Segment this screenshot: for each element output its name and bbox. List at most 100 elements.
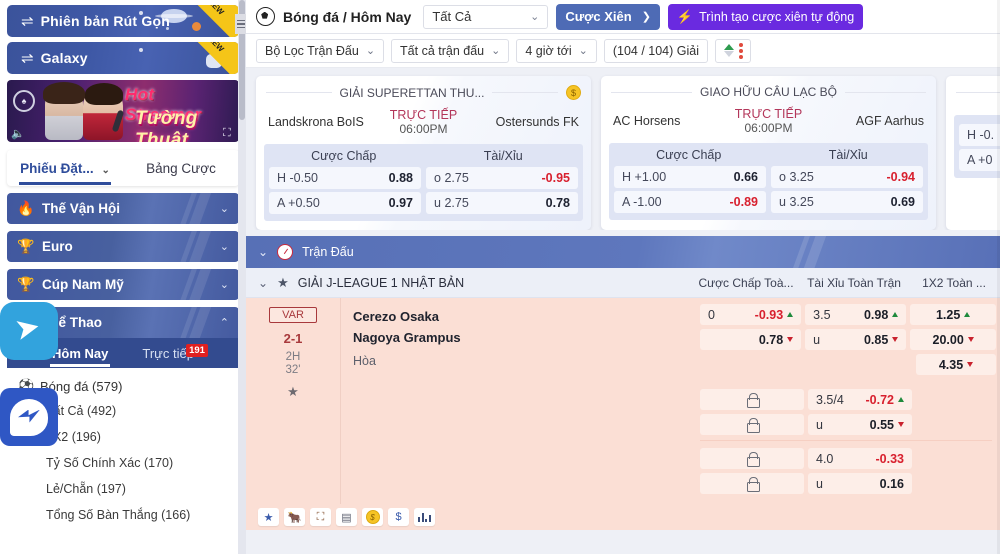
bull-icon[interactable]: 🐂 bbox=[284, 508, 305, 526]
tab-bet-list-label: Bảng Cược bbox=[146, 161, 216, 176]
sidebar-item-euro[interactable]: 🏆 Euro ⌄ bbox=[7, 231, 239, 262]
section-header-matches[interactable]: ⌄ Trận Đấu bbox=[246, 236, 1000, 268]
tab-live[interactable]: Trực tiếp 191 bbox=[142, 346, 194, 361]
featured-card[interactable]: GIAO HỮU CÂU LẠC BỘ AC Horsens TRỰC TIẾP… bbox=[601, 76, 936, 230]
auto-parlay-button[interactable]: ⚡ Trình tạo cược xiên tự động bbox=[668, 4, 863, 30]
chevron-down-icon[interactable]: ⌄ bbox=[258, 245, 268, 259]
match-half: 2H bbox=[286, 351, 301, 363]
featured-card-partial[interactable]: S H -0. A +0 bbox=[946, 76, 1000, 230]
odds-1x2-2[interactable]: 20.00 bbox=[910, 329, 996, 350]
odds-cell-under[interactable]: u 2.75 0.78 bbox=[426, 192, 578, 214]
column-header-1x2: 1X2 Toàn ... bbox=[908, 276, 1000, 290]
swap-icon: ⇌ bbox=[21, 14, 34, 29]
odds-cell-handicap-away[interactable]: A -1.00 -0.89 bbox=[614, 191, 766, 213]
swap-icon: ⇌ bbox=[21, 51, 34, 66]
hot-streamer-promo[interactable]: ♠ Hot Streamer Tường Thuật 🔈 ⛶ bbox=[7, 80, 239, 142]
odds-cell-handicap-away[interactable]: A +0.50 0.97 bbox=[269, 192, 421, 214]
stats-icon[interactable] bbox=[414, 508, 435, 526]
league-filter-value: Tất Cả bbox=[432, 9, 471, 24]
clock-icon bbox=[277, 244, 293, 260]
top-toolbar: Bóng đá / Hôm Nay Tất Cả ⌄ Cược Xiên ❯ ⚡… bbox=[246, 0, 1000, 34]
coin-icon[interactable]: $ bbox=[362, 508, 383, 526]
sidebar-banner-lite[interactable]: ⇌ Phiên bản Rút Gọn NEW bbox=[7, 5, 239, 37]
odds-row: u 0.16 bbox=[700, 473, 996, 494]
telegram-icon[interactable]: ➤ bbox=[0, 302, 58, 360]
sidebar-banner-galaxy[interactable]: ⇌ Galaxy NEW bbox=[7, 42, 239, 74]
tab-today[interactable]: Hôm Nay bbox=[52, 346, 108, 361]
time-range-dropdown[interactable]: 4 giờ tới ⌄ bbox=[516, 39, 597, 63]
messenger-icon[interactable] bbox=[0, 388, 58, 446]
match-filter-label: Bộ Lọc Trận Đấu bbox=[265, 44, 359, 58]
filter-toolbar: Bộ Lọc Trận Đấu ⌄ Tất cả trận đấu ⌄ 4 gi… bbox=[246, 34, 1000, 68]
league-filter-select[interactable]: Tất Cả ⌄ bbox=[423, 5, 548, 29]
sidebar-item-copa-america[interactable]: 🏆 Cúp Nam Mỹ ⌄ bbox=[7, 269, 239, 300]
league-header[interactable]: ⌄ ★ GIẢI J-LEAGUE 1 NHẬT BẢN Cược Chấp T… bbox=[246, 268, 1000, 298]
odds-cell-handicap-home[interactable]: H -0.50 0.88 bbox=[269, 167, 421, 189]
sidebar-item-olympics[interactable]: 🔥 Thế Vận Hội ⌄ bbox=[7, 193, 239, 224]
match-score: 2-1 bbox=[246, 331, 340, 346]
chevron-down-icon: ⌄ bbox=[220, 278, 229, 291]
featured-card-home: Landskrona BoIS bbox=[268, 115, 378, 129]
odds-cell-over[interactable]: o 2.75 -0.95 bbox=[426, 167, 578, 189]
sort-dots-icon bbox=[739, 43, 743, 59]
all-matches-label: Tất cả trận đấu bbox=[400, 44, 484, 58]
sidebar-scrollbar[interactable] bbox=[238, 0, 246, 554]
bet-slip-tabs: Phiếu Đặt... ⌄ Bảng Cược bbox=[7, 150, 239, 186]
chevron-down-icon[interactable]: ⌄ bbox=[258, 276, 268, 290]
odds-cell-under[interactable]: u 3.25 0.69 bbox=[771, 191, 923, 213]
all-matches-dropdown[interactable]: Tất cả trận đấu ⌄ bbox=[391, 39, 509, 63]
main-content: Bóng đá / Hôm Nay Tất Cả ⌄ Cược Xiên ❯ ⚡… bbox=[246, 0, 1000, 554]
odds-1x2-1[interactable]: 1.25 bbox=[910, 304, 996, 325]
match-teams-col: Cerezo Osaka Nagoya Grampus Hòa bbox=[341, 298, 700, 504]
star-icon[interactable]: ★ bbox=[277, 275, 289, 291]
market-item-odd-even[interactable]: Lẻ/Chẵn (197) bbox=[0, 476, 246, 502]
odds-cell-handicap-home[interactable]: H -0. bbox=[959, 124, 1000, 146]
lock-icon bbox=[747, 418, 758, 431]
odds-cell-handicap-home[interactable]: H +1.00 0.66 bbox=[614, 166, 766, 188]
trophy-euro-icon: 🏆 bbox=[17, 238, 34, 255]
trend-up-icon bbox=[898, 397, 904, 402]
odds-ou-1[interactable]: 3.5 0.98 bbox=[805, 304, 906, 325]
featured-card-odds: H -0. A +0 bbox=[954, 115, 1000, 178]
favorite-star-icon[interactable]: ★ bbox=[246, 384, 340, 400]
odds-handicap-locked bbox=[700, 389, 804, 410]
casino-icon: ♠ bbox=[13, 90, 35, 112]
featured-market-handicap: Cược Chấp bbox=[609, 143, 769, 166]
tab-bet-list[interactable]: Bảng Cược bbox=[123, 161, 239, 176]
sidebar-collapse-handle[interactable] bbox=[235, 14, 246, 34]
match-filter-dropdown[interactable]: Bộ Lọc Trận Đấu ⌄ bbox=[256, 39, 384, 63]
field-icon[interactable]: ⛶ bbox=[310, 508, 331, 526]
sort-toggle-button[interactable] bbox=[715, 39, 751, 63]
star-dot-icon bbox=[139, 48, 143, 52]
featured-card[interactable]: GIẢI SUPERETTAN THU... $ Landskrona BoIS… bbox=[256, 76, 591, 230]
league-count-chip[interactable]: (104 / 104) Giải bbox=[604, 39, 708, 63]
odds-1x2-3[interactable]: 4.35 bbox=[916, 354, 996, 375]
market-item-correct-score[interactable]: Tỷ Số Chính Xác (170) bbox=[0, 450, 246, 476]
odds-ou-3[interactable]: 3.5/4 -0.72 bbox=[808, 389, 912, 410]
featured-market-handicap: Cược Chấp bbox=[264, 144, 424, 167]
odds-cell-handicap-away[interactable]: A +0 bbox=[959, 149, 1000, 171]
odds-handicap-locked bbox=[700, 448, 804, 469]
odds-handicap-2[interactable]: 0.78 bbox=[700, 329, 801, 350]
stack-icon[interactable]: ▤ bbox=[336, 508, 357, 526]
star-icon[interactable]: ★ bbox=[258, 508, 279, 526]
featured-card-teams: Landskrona BoIS TRỰC TIẾP 06:00PM Osters… bbox=[256, 100, 591, 136]
odds-cell-over[interactable]: o 3.25 -0.94 bbox=[771, 166, 923, 188]
featured-card-away: AGF Aarhus bbox=[815, 114, 925, 128]
parlay-button[interactable]: Cược Xiên ❯ bbox=[556, 4, 660, 30]
tab-bet-slip[interactable]: Phiếu Đặt... ⌄ bbox=[7, 161, 123, 176]
odds-ou-6[interactable]: u 0.16 bbox=[808, 473, 912, 494]
featured-cards-strip: GIẢI SUPERETTAN THU... $ Landskrona BoIS… bbox=[246, 68, 1000, 230]
featured-card-league-row: S bbox=[946, 76, 1000, 99]
odds-ou-5[interactable]: 4.0 -0.33 bbox=[808, 448, 912, 469]
left-sidebar: ⇌ Phiên bản Rút Gọn NEW ⇌ Galaxy NEW ♠ H… bbox=[0, 0, 246, 554]
chevron-right-icon: ❯ bbox=[642, 10, 651, 23]
market-item-total-goals[interactable]: Tổng Số Bàn Thắng (166) bbox=[0, 502, 246, 528]
table-row[interactable]: VAR 2-1 2H 32' ★ Cerezo Osaka Nagoya Gra… bbox=[246, 298, 1000, 504]
odds-ou-4[interactable]: u 0.55 bbox=[808, 414, 912, 435]
dollar-icon[interactable]: $ bbox=[388, 508, 409, 526]
league-count-label: (104 / 104) Giải bbox=[613, 44, 699, 58]
match-draw-label: Hòa bbox=[353, 351, 700, 372]
odds-ou-2[interactable]: u 0.85 bbox=[805, 329, 906, 350]
odds-handicap-1[interactable]: 0 -0.93 bbox=[700, 304, 801, 325]
